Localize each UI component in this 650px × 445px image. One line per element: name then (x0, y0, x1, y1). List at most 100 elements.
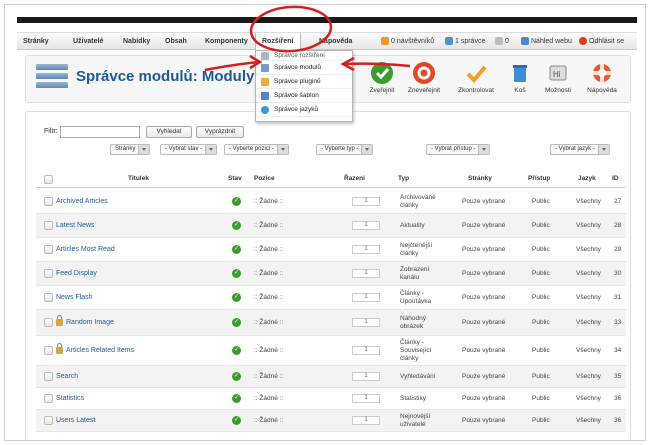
access-select[interactable]: - Vybrat přístup - (426, 144, 491, 155)
checkin-button[interactable]: Zkontrolovat (458, 62, 494, 100)
module-title-link[interactable]: Feed Display (56, 270, 97, 277)
publish-button[interactable]: Zveřejnit (364, 62, 400, 100)
row-checkbox[interactable] (44, 416, 53, 425)
published-check-icon[interactable]: ✓ (232, 293, 241, 302)
menu-menus[interactable]: Nabídky (117, 33, 156, 51)
module-title-link[interactable]: Search (56, 373, 78, 380)
published-check-icon[interactable]: ✓ (232, 197, 241, 206)
module-title-link[interactable]: Archived Articles (56, 198, 108, 205)
search-button[interactable]: Vyhledat (146, 126, 192, 138)
position-select[interactable]: - Vyberte pozici - (224, 144, 289, 155)
dropdown-item-template-manager[interactable]: Správce šablon (256, 89, 352, 103)
published-check-icon[interactable]: ✓ (232, 346, 241, 355)
ordering-input[interactable]: 1 (352, 318, 380, 327)
table-row[interactable]: Random Image ✓:: Žádné :: 1 Náhodný obrázek… (36, 310, 626, 336)
module-title-link[interactable]: News Flash (56, 294, 93, 301)
menu-content[interactable]: Obsah (159, 33, 193, 51)
row-checkbox[interactable] (44, 197, 53, 206)
published-check-icon[interactable]: ✓ (232, 416, 241, 425)
menu-extensions[interactable]: Rozšíření (255, 33, 301, 51)
dropdown-item-module-manager[interactable]: Správce modulů (256, 61, 352, 75)
clear-button[interactable]: Vyprázdnit (196, 126, 244, 138)
module-type: Náhodný obrázek (400, 315, 427, 330)
row-checkbox[interactable] (44, 221, 53, 230)
module-title-link[interactable]: Articles Most Read (56, 246, 115, 253)
module-position: :: Žádné :: (254, 222, 284, 229)
ordering-input[interactable]: 1 (352, 269, 380, 278)
ordering-input[interactable]: 1 (352, 293, 380, 302)
ordering-input[interactable]: 1 (352, 346, 380, 355)
filter-input[interactable] (60, 126, 140, 138)
svg-text:Hi: Hi (553, 70, 561, 79)
ordering-input[interactable]: 1 (352, 394, 380, 403)
table-row[interactable]: News Flash ✓:: Žádné :: 1 Články - Upoutávk… (36, 286, 626, 310)
messages-status[interactable]: 0 (495, 33, 509, 51)
col-status[interactable]: Stav (228, 175, 242, 182)
published-check-icon[interactable]: ✓ (232, 269, 241, 278)
row-checkbox[interactable] (44, 394, 53, 403)
table-row[interactable]: Articles Related Items ✓:: Žádné :: 1 Článk… (36, 336, 626, 366)
language-select[interactable]: - Vybrat jazyk - (550, 144, 610, 155)
module-access: Public (532, 395, 550, 402)
dropdown-item-language-manager[interactable]: Správce jazyků (256, 103, 352, 117)
row-checkbox[interactable] (44, 269, 53, 278)
trash-button[interactable]: Koš (502, 62, 538, 100)
table-row[interactable]: Users Latest ✓:: Žádné :: 1 Nejnovější uživ… (36, 410, 626, 432)
menu-components[interactable]: Komponenty (199, 33, 254, 51)
col-ordering[interactable]: Řazení (344, 175, 365, 182)
module-title-link[interactable]: Statistics (56, 395, 84, 402)
menu-help[interactable]: Nápověda (313, 33, 358, 51)
col-language[interactable]: Jazyk (578, 175, 596, 182)
col-access[interactable]: Přístup (528, 175, 550, 182)
table-row[interactable]: Latest News ✓:: Žádné :: 1 Aktuality Pouze v… (36, 214, 626, 238)
dropdown-item-plugin-manager[interactable]: Správce pluginů (256, 75, 352, 89)
menu-site[interactable]: Stránky (17, 33, 55, 51)
ordering-input[interactable]: 1 (352, 372, 380, 381)
module-title-link[interactable]: Latest News (56, 222, 95, 229)
menu-users[interactable]: Uživatelé (67, 33, 109, 51)
module-access: Public (532, 373, 550, 380)
col-type[interactable]: Typ (398, 175, 409, 182)
preview-link[interactable]: Náhled webu (521, 33, 572, 51)
module-title-link[interactable]: Users Latest (56, 417, 95, 424)
logout-link[interactable]: Odhlásit se (579, 33, 624, 51)
module-title-link[interactable]: Articles Related Items (66, 347, 134, 354)
page-title: Správce modulů: Moduly (76, 68, 255, 85)
published-check-icon[interactable]: ✓ (232, 372, 241, 381)
module-type: Zobrazení kanálu (400, 266, 430, 281)
options-button[interactable]: Hi Možnosti (540, 62, 576, 100)
help-button[interactable]: Nápověda (584, 62, 620, 100)
ordering-input[interactable]: 1 (352, 416, 380, 425)
lifebuoy-icon (591, 62, 613, 84)
ordering-input[interactable]: 1 (352, 245, 380, 254)
state-select[interactable]: - Vybrat stav - (160, 144, 218, 155)
ordering-input[interactable]: 1 (352, 197, 380, 206)
published-check-icon[interactable]: ✓ (232, 245, 241, 254)
lock-icon[interactable] (56, 343, 63, 354)
table-row[interactable]: Articles Most Read ✓:: Žádné :: 1 Nejčteněj… (36, 238, 626, 262)
row-checkbox[interactable] (44, 372, 53, 381)
published-check-icon[interactable]: ✓ (232, 221, 241, 230)
table-row[interactable]: Feed Display ✓:: Žádné :: 1 Zobrazení kanál… (36, 262, 626, 286)
row-checkbox[interactable] (44, 245, 53, 254)
unpublish-button[interactable]: Zneveřejnit (406, 62, 442, 100)
table-row[interactable]: Archived Articles ✓:: Žádné :: 1 Archivovan… (36, 190, 626, 214)
published-check-icon[interactable]: ✓ (232, 318, 241, 327)
col-title[interactable]: Titulek (128, 175, 149, 182)
ordering-input[interactable]: 1 (352, 221, 380, 230)
row-checkbox[interactable] (44, 318, 53, 327)
table-row[interactable]: Statistics ✓:: Žádné :: 1 Statistiky Pouze v… (36, 388, 626, 410)
col-position[interactable]: Pozice (254, 175, 275, 182)
site-select[interactable]: Stránky (110, 144, 151, 155)
lock-icon[interactable] (56, 315, 63, 326)
published-check-icon[interactable]: ✓ (232, 394, 241, 403)
module-title-link[interactable]: Random Image (66, 319, 114, 326)
table-row[interactable]: Search ✓:: Žádné :: 1 Vyhledávání Pouze vybr… (36, 366, 626, 388)
type-select[interactable]: - Vyberte typ - (316, 144, 374, 155)
row-checkbox[interactable] (44, 293, 53, 302)
col-pages[interactable]: Stránky (468, 175, 492, 182)
select-all-checkbox[interactable] (44, 175, 53, 184)
row-checkbox[interactable] (44, 346, 53, 355)
dropdown-item-extension-manager[interactable]: Správce rozšíření (256, 51, 352, 61)
col-id[interactable]: ID (612, 175, 619, 182)
